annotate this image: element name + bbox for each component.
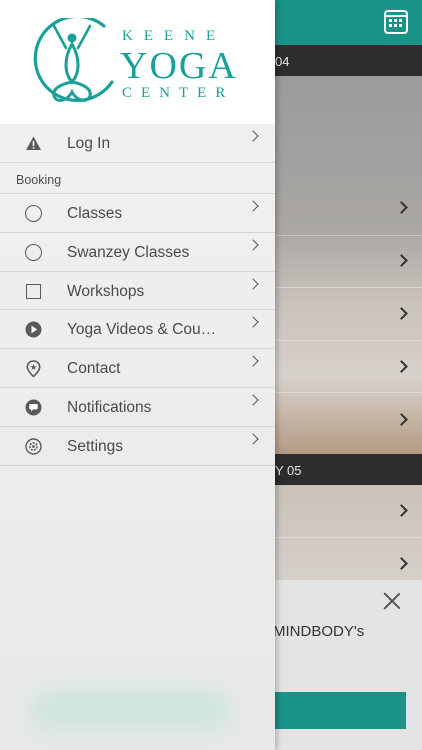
side-drawer: KEENE YOGA CENTER Log In Booking Classes xyxy=(0,0,275,750)
menu-item-log-in[interactable]: Log In xyxy=(0,124,275,163)
chevron-right-icon xyxy=(247,239,259,251)
section-header-label: Booking xyxy=(16,173,62,187)
yoga-figure-icon xyxy=(33,18,114,102)
location-pin-icon xyxy=(26,360,41,378)
menu-item-contact[interactable]: Contact xyxy=(0,349,275,388)
logo-line-keene: KEENE xyxy=(122,28,227,44)
drawer-glow xyxy=(30,690,230,730)
chat-bubble-icon xyxy=(25,399,42,416)
circle-icon xyxy=(25,205,42,222)
gear-icon xyxy=(25,438,42,455)
circle-icon xyxy=(25,243,42,261)
square-icon xyxy=(26,283,41,299)
menu-item-label: Notifications xyxy=(67,398,152,416)
menu-item-settings[interactable]: Settings xyxy=(0,427,275,466)
menu-item-label: Contact xyxy=(67,360,121,378)
menu-item-workshops[interactable]: Workshops xyxy=(0,272,275,311)
close-icon[interactable] xyxy=(381,590,403,612)
menu-item-classes[interactable]: Classes xyxy=(0,194,275,233)
dialog-button[interactable] xyxy=(268,692,406,729)
chevron-right-icon xyxy=(247,433,259,445)
dialog-text: MINDBODY's xyxy=(273,623,365,640)
logo-line-center: CENTER xyxy=(122,85,235,101)
section-header-booking: Booking xyxy=(0,163,275,194)
logo: KEENE YOGA CENTER xyxy=(0,0,275,124)
menu-item-label: Workshops xyxy=(67,282,145,300)
chevron-right-icon xyxy=(247,355,259,367)
menu-item-yoga-videos[interactable]: Yoga Videos & Cou… xyxy=(0,310,275,350)
play-icon xyxy=(25,321,42,338)
chevron-right-icon xyxy=(247,200,259,212)
chevron-right-icon xyxy=(247,277,259,290)
menu-item-swanzey-classes[interactable]: Swanzey Classes xyxy=(0,233,275,272)
menu-item-label: Settings xyxy=(67,437,124,455)
chevron-right-icon xyxy=(247,130,259,142)
menu-item-label: Log In xyxy=(67,135,111,152)
day-header-label: 04 xyxy=(275,54,290,69)
logo-line-yoga: YOGA xyxy=(120,45,238,87)
chevron-right-icon xyxy=(247,316,259,329)
menu-item-notifications[interactable]: Notifications xyxy=(0,388,275,427)
warning-icon xyxy=(26,136,41,150)
menu-item-label: Classes xyxy=(67,205,123,222)
menu-item-label: Swanzey Classes xyxy=(67,243,190,261)
menu-item-label: Yoga Videos & Cou… xyxy=(67,321,217,339)
chevron-right-icon xyxy=(247,394,259,406)
day-header-label: Y 05 xyxy=(275,463,302,478)
calendar-icon[interactable] xyxy=(384,10,408,34)
drawer-menu: Log In Booking Classes Swanzey Classes W… xyxy=(0,124,275,466)
